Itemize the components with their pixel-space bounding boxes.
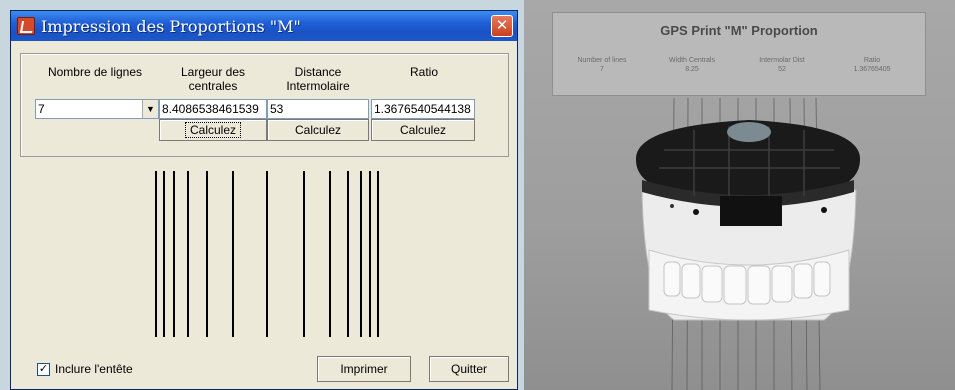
quit-button[interactable]: Quitter — [429, 356, 509, 382]
dental-model-photo: GPS Print "M" Proportion Number of lines… — [524, 0, 955, 390]
header-width-line1: Largeur des — [180, 65, 246, 79]
proportion-line — [206, 171, 208, 337]
dental-cast-illustration — [635, 97, 861, 390]
include-header-label: Inclure l'entête — [55, 362, 133, 376]
close-button[interactable]: ✕ — [491, 15, 513, 37]
proportion-line — [369, 171, 371, 337]
distance-field[interactable]: 53 — [267, 99, 369, 119]
proportion-line — [155, 171, 157, 337]
header-lines: Nombre de lignes — [47, 65, 143, 79]
calculate-ratio-button[interactable]: Calculez — [371, 119, 475, 141]
lines-select-value: 7 — [38, 102, 45, 116]
header-distance-line1: Distance — [294, 65, 342, 79]
proportion-line — [187, 171, 189, 337]
header-width: Largeur des centrales — [159, 65, 267, 93]
proportion-line — [377, 171, 379, 337]
ratio-field[interactable]: 1.3676540544138 — [371, 99, 475, 119]
proportion-line — [266, 171, 268, 337]
proportion-line — [347, 171, 349, 337]
proportions-dialog: Impression des Proportions "M" ✕ Nombre … — [10, 10, 518, 390]
calculate-width-button[interactable]: Calculez — [159, 119, 267, 141]
calculate-width-label: Calculez — [184, 122, 242, 138]
proportion-line — [303, 171, 305, 337]
include-header-checkbox[interactable]: ✓ — [37, 363, 50, 376]
proportion-line — [329, 171, 331, 337]
proportion-line — [163, 171, 165, 337]
header-distance-line2: Intermolaire — [286, 79, 350, 93]
checkmark-icon: ✓ — [38, 363, 49, 375]
print-button[interactable]: Imprimer — [317, 356, 411, 382]
lines-select[interactable]: 7 ▼ — [35, 99, 159, 119]
header-ratio: Ratio — [409, 65, 438, 79]
calculate-distance-button[interactable]: Calculez — [267, 119, 369, 141]
proportion-line — [232, 171, 234, 337]
header-distance: Distance Intermolaire — [267, 65, 369, 93]
title-bar[interactable]: Impression des Proportions "M" ✕ — [11, 11, 517, 41]
header-width-line2: centrales — [188, 79, 238, 93]
chevron-down-icon[interactable]: ▼ — [142, 100, 158, 118]
proportion-line — [173, 171, 175, 337]
window-title: Impression des Proportions "M" — [41, 17, 301, 36]
app-icon — [17, 17, 35, 35]
proportion-line — [360, 171, 362, 337]
width-field[interactable]: 8.4086538461539 — [159, 99, 267, 119]
